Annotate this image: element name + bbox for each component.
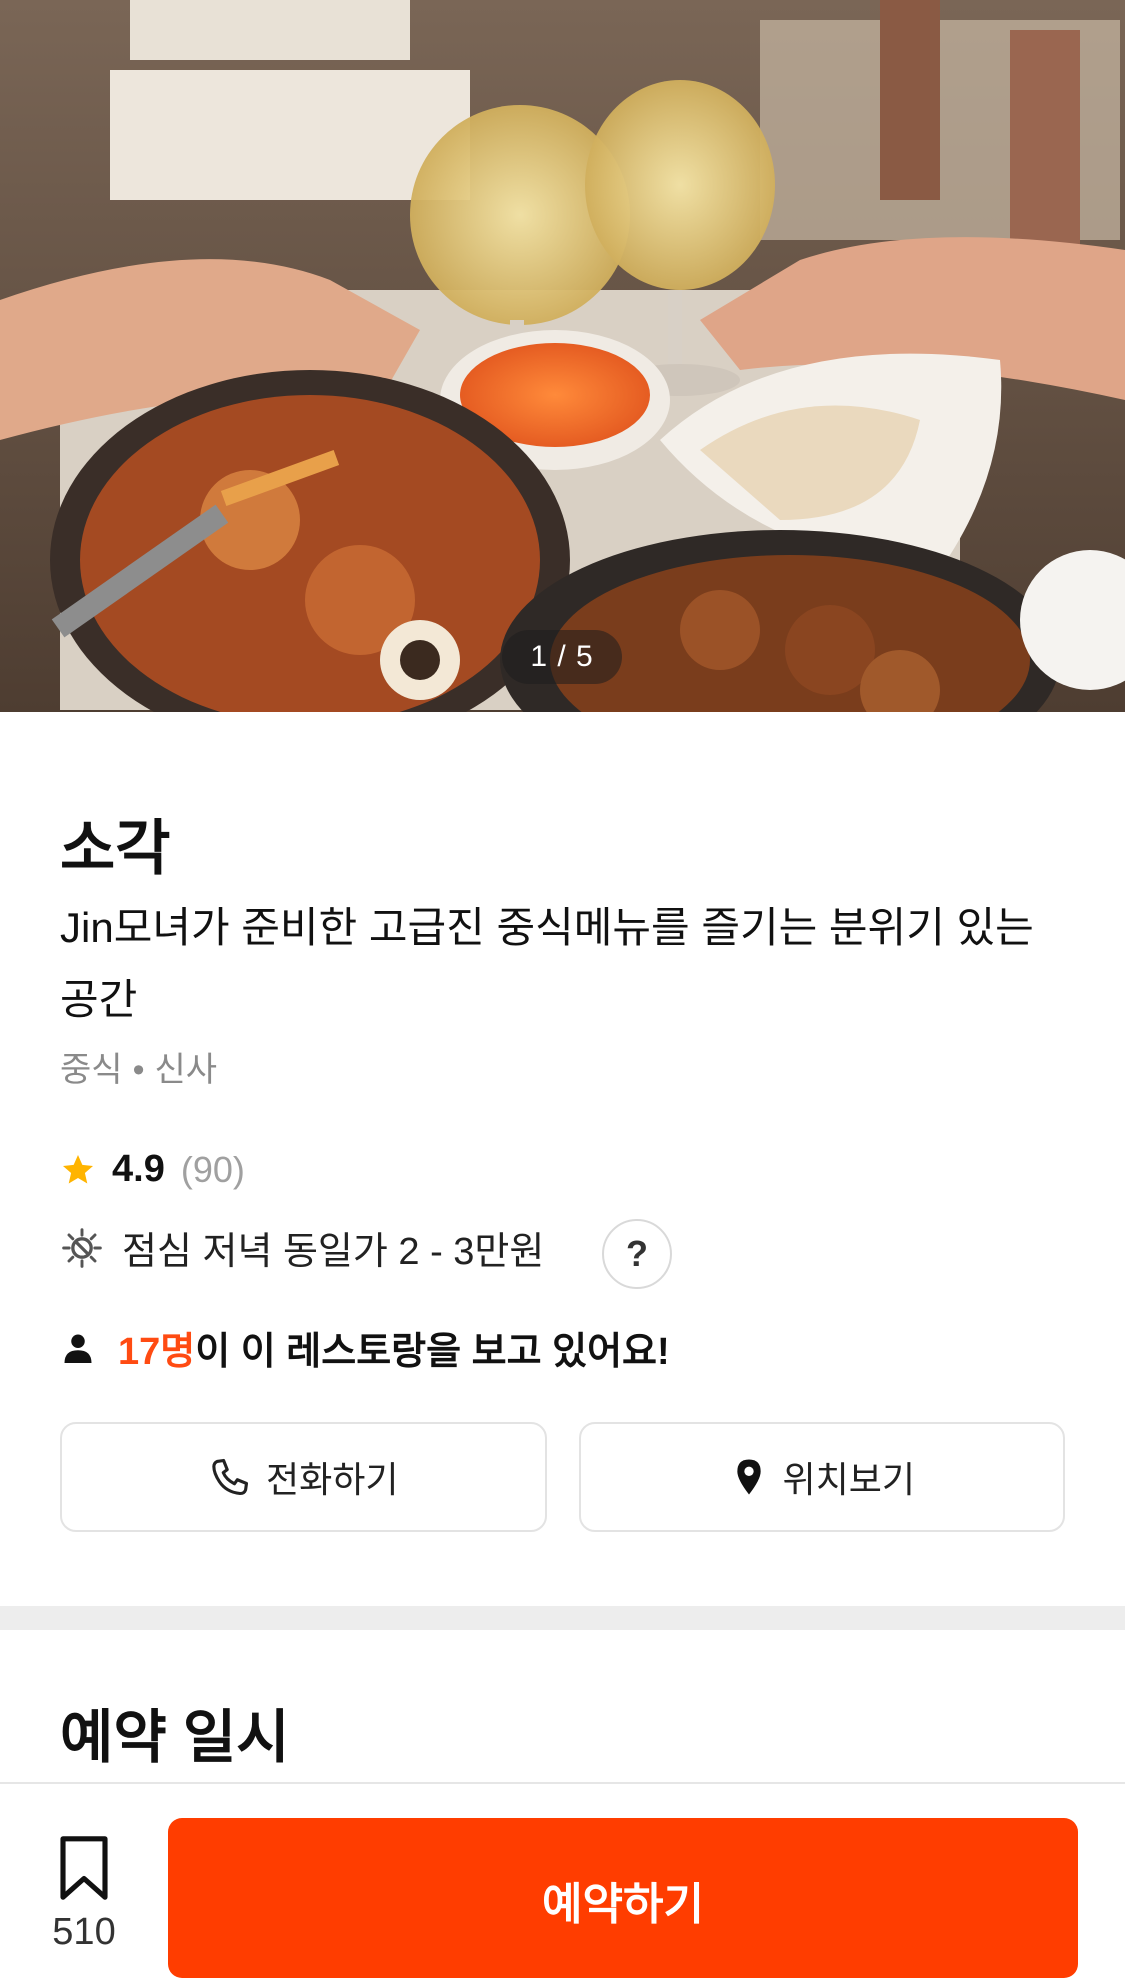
price-text: 점심 저녁 동일가 2 - 3만원 <box>122 1231 545 1273</box>
star-icon <box>63 1154 93 1183</box>
bookmark-icon <box>60 1836 108 1900</box>
bookmark-button[interactable]: 510 <box>40 1834 128 1954</box>
viewers-text: 이 이 레스토랑을 보고 있어요! <box>195 1331 670 1373</box>
photo-counter: 1 / 5 <box>502 630 622 684</box>
price-row: 점심 저녁 동일가 2 - 3만원 <box>60 1220 544 1275</box>
food-photo <box>0 0 1125 712</box>
action-buttons: 전화하기 위치보기 <box>60 1422 1065 1532</box>
location-pin-icon <box>736 1459 761 1495</box>
location-button[interactable]: 위치보기 <box>578 1422 1065 1532</box>
hero-photo[interactable]: 1 / 5 <box>0 0 1125 712</box>
rating-row[interactable]: 4.9 (90) <box>60 1148 245 1191</box>
location-label: 신사 <box>154 1051 218 1089</box>
bottom-bar: 510 예약하기 <box>0 1782 1125 1978</box>
person-icon <box>64 1334 92 1363</box>
rating-score: 4.9 <box>112 1148 165 1190</box>
meta-separator: • <box>132 1051 145 1089</box>
restaurant-name: 소각 <box>60 815 171 882</box>
bookmark-count: 510 <box>52 1911 116 1953</box>
review-count[interactable]: (90) <box>181 1149 245 1191</box>
section-divider <box>0 1606 1125 1630</box>
phone-icon <box>212 1458 249 1496</box>
reservation-section-title: 예약 일시 <box>60 1705 290 1770</box>
category-label: 중식 <box>60 1051 123 1089</box>
viewers-count: 17명 <box>118 1331 196 1373</box>
call-button[interactable]: 전화하기 <box>60 1422 547 1532</box>
price-help-button[interactable]: ? <box>602 1219 672 1289</box>
restaurant-description: Jin모녀가 준비한 고급진 중식메뉴를 즐기는 분위기 있는 공간 <box>60 904 1034 1023</box>
location-button-label: 위치보기 <box>782 1459 915 1500</box>
restaurant-meta: 중식 • 신사 <box>60 1042 217 1091</box>
reserve-button[interactable]: 예약하기 <box>168 1818 1078 1978</box>
sun-moon-icon <box>62 1227 102 1268</box>
viewers-row: 17명 이 이 레스토랑을 보고 있어요! <box>60 1320 670 1375</box>
call-button-label: 전화하기 <box>266 1459 399 1500</box>
